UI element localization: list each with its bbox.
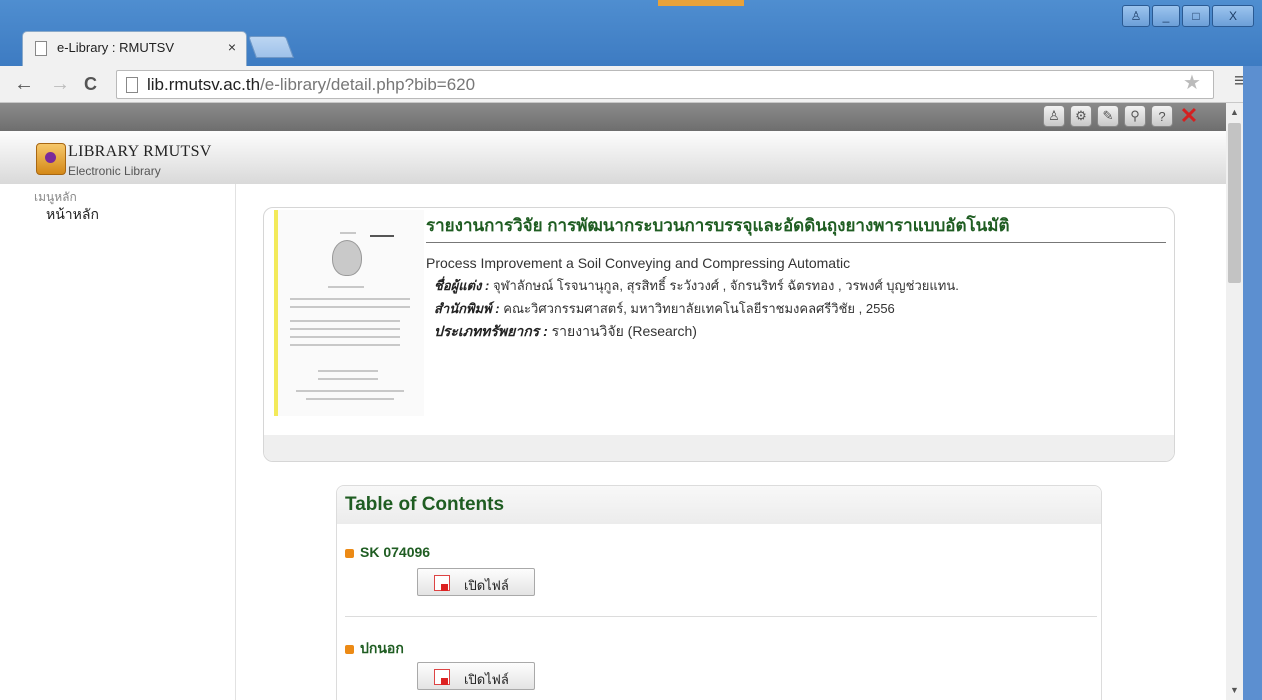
bullet-icon — [345, 548, 354, 558]
toc-title: Table of Contents — [345, 494, 505, 515]
browser-toolbar: ← → C lib.rmutsv.ac.th/e-library/detail.… — [0, 66, 1262, 103]
sidebar-item-home[interactable]: หน้าหลัก — [46, 204, 99, 226]
table-of-contents: Table of Contents SK 074096 เปิดไฟล์ ปกน… — [336, 485, 1102, 700]
reload-icon[interactable]: C — [84, 74, 97, 95]
bookmark-star-icon[interactable]: ★ — [1183, 70, 1201, 95]
user-icon: ♙ — [1130, 9, 1142, 23]
window-close-button[interactable]: X — [1212, 5, 1254, 27]
english-title: Process Improvement a Soil Conveying and… — [426, 255, 851, 271]
profile-button[interactable]: ♙ — [1122, 5, 1150, 27]
window-controls: ♙ _ □ X — [1122, 5, 1254, 27]
book-cover-image[interactable] — [274, 210, 424, 416]
tab-title: e-Library : RMUTSV — [57, 40, 175, 55]
new-tab-button[interactable] — [247, 36, 295, 58]
window-frame — [1243, 66, 1262, 700]
book-detail-card — [263, 207, 1175, 462]
site-title: LIBRARY RMUTSV — [68, 143, 212, 160]
author-value: จุฬาลักษณ์ โรจนานุกูล, สุรสิทธิ์ ระวังวง… — [492, 278, 959, 293]
toc-header: Table of Contents — [337, 486, 1101, 524]
publisher-label: สำนักพิมพ์ : — [434, 301, 500, 316]
browser-tab[interactable]: e-Library : RMUTSV × — [22, 31, 247, 66]
scrollbar-thumb[interactable] — [1228, 123, 1241, 283]
users-icon[interactable]: ⚲ — [1124, 105, 1146, 127]
toc-item: ปกนอก — [345, 638, 404, 660]
publisher-line: สำนักพิมพ์ : คณะวิศวกรรมศาสตร์, มหาวิทยา… — [434, 298, 895, 319]
type-value: รายงานวิจัย (Research) — [551, 323, 697, 339]
forward-icon[interactable]: → — [50, 73, 70, 96]
scroll-up-icon[interactable]: ▲ — [1230, 107, 1239, 117]
close-icon[interactable]: ✕ — [1178, 103, 1200, 128]
site-toolbar-icons: ♙ ⚙ ✎ ⚲ ? ✕ — [1043, 103, 1200, 128]
url-path: /e-library/detail.php?bib=620 — [260, 75, 476, 94]
url-host: lib.rmutsv.ac.th — [147, 75, 261, 94]
toc-item: SK 074096 — [345, 544, 430, 560]
pdf-icon — [434, 669, 450, 685]
titlebar-accent — [658, 0, 744, 6]
open-file-label: เปิดไฟล์ — [464, 578, 509, 593]
tab-close-icon[interactable]: × — [228, 39, 236, 55]
pdf-icon — [434, 575, 450, 591]
card-footer — [264, 435, 1174, 461]
book-title: รายงานการวิจัย การพัฒนากระบวนการบรรจุและ… — [426, 216, 1010, 235]
type-line: ประเภททรัพยากร : รายงานวิจัย (Research) — [434, 321, 697, 343]
site-topbar: ♙ ⚙ ✎ ⚲ ? ✕ — [0, 103, 1226, 131]
title-divider — [426, 242, 1166, 243]
toc-divider — [345, 616, 1097, 617]
publisher-value: คณะวิศวกรรมศาสตร์, มหาวิทยาลัยเทคโนโลยีร… — [503, 301, 895, 316]
author-label: ชื่อผู้แต่ง : — [434, 278, 490, 293]
minimize-button[interactable]: _ — [1152, 5, 1180, 27]
open-file-label: เปิดไฟล์ — [464, 672, 509, 687]
page-icon — [126, 77, 138, 93]
open-file-button[interactable]: เปิดไฟล์ — [417, 568, 535, 596]
scroll-down-icon[interactable]: ▼ — [1230, 685, 1239, 695]
university-crest-icon — [332, 240, 362, 276]
open-file-button[interactable]: เปิดไฟล์ — [417, 662, 535, 690]
author-line: ชื่อผู้แต่ง : จุฬาลักษณ์ โรจนานุกูล, สุร… — [434, 275, 959, 296]
back-icon[interactable]: ← — [14, 73, 34, 96]
site-header: LIBRARY RMUTSV Electronic Library — [0, 131, 1226, 184]
sidebar: เมนูหลัก หน้าหลัก — [0, 184, 236, 700]
page-icon — [35, 41, 47, 56]
type-label: ประเภททรัพยากร : — [434, 323, 548, 339]
library-logo — [36, 143, 66, 175]
help-icon[interactable]: ? — [1151, 105, 1173, 127]
page-content: ♙ ⚙ ✎ ⚲ ? ✕ LIBRARY RMUTSV Electronic Li… — [0, 103, 1226, 700]
toc-item-label: SK 074096 — [360, 544, 431, 560]
settings-icon[interactable]: ⚙ — [1070, 105, 1092, 127]
toc-item-label: ปกนอก — [360, 640, 404, 656]
maximize-button[interactable]: □ — [1182, 5, 1210, 27]
edit-icon[interactable]: ✎ — [1097, 105, 1119, 127]
vertical-scrollbar[interactable]: ▲ ▼ — [1226, 103, 1243, 700]
address-bar[interactable]: lib.rmutsv.ac.th/e-library/detail.php?bi… — [116, 70, 1214, 99]
bullet-icon — [345, 644, 354, 654]
user-icon[interactable]: ♙ — [1043, 105, 1065, 127]
site-subtitle: Electronic Library — [68, 164, 161, 178]
